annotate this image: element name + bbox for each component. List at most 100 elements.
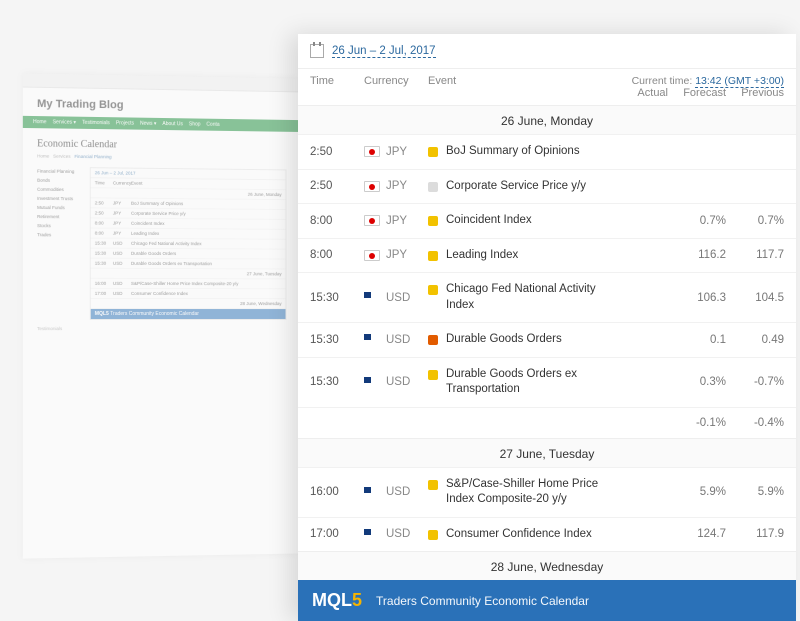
event-name: S&P/Case-Shiller Home Price Index Compos… bbox=[446, 477, 610, 508]
event-currency: JPY bbox=[364, 146, 428, 158]
flag-icon bbox=[364, 250, 380, 261]
event-row[interactable]: 2:50 JPY BoJ Summary of Opinions bbox=[298, 134, 796, 169]
event-time: 15:30 bbox=[310, 292, 364, 304]
flag-icon bbox=[364, 334, 380, 345]
previous-value: 0.7% bbox=[726, 215, 784, 227]
value-column-headers: Actual Forecast Previous bbox=[298, 87, 796, 105]
column-headers: Time Currency Event Current time: 13:42 … bbox=[298, 69, 796, 87]
event-name: Coincident Index bbox=[446, 213, 532, 229]
event-currency: USD bbox=[364, 334, 428, 346]
event-time: 2:50 bbox=[310, 180, 364, 192]
actual-value bbox=[610, 486, 668, 498]
day-header: 28 June, Wednesday bbox=[298, 551, 796, 580]
event-row[interactable]: 16:00 USD S&P/Case-Shiller Home Price In… bbox=[298, 467, 796, 517]
forecast-value: 116.2 bbox=[668, 249, 726, 261]
actual-value bbox=[610, 215, 668, 227]
col-actual: Actual bbox=[610, 87, 668, 99]
col-currency: Currency bbox=[364, 75, 428, 87]
event-name: Consumer Confidence Index bbox=[446, 527, 592, 543]
importance-icon bbox=[428, 335, 438, 345]
forecast-value: 0.3% bbox=[668, 376, 726, 388]
testimonials-label: Testimonials bbox=[23, 320, 300, 337]
actual-value bbox=[610, 528, 668, 540]
col-previous: Previous bbox=[726, 87, 784, 99]
event-time: 15:30 bbox=[310, 334, 364, 346]
event-rows: 26 June, Monday 2:50 JPY BoJ Summary of … bbox=[298, 105, 796, 580]
previous-value: 104.5 bbox=[726, 292, 784, 304]
forecast-value: 0.1 bbox=[668, 334, 726, 346]
flag-icon bbox=[364, 529, 380, 540]
event-currency: USD bbox=[364, 292, 428, 304]
event-name: Durable Goods Orders bbox=[446, 332, 562, 348]
actual-value bbox=[610, 376, 668, 388]
previous-value: 0.49 bbox=[726, 334, 784, 346]
flag-icon bbox=[364, 487, 380, 498]
importance-icon bbox=[428, 182, 438, 192]
col-time: Time bbox=[310, 75, 364, 87]
event-name: Durable Goods Orders ex Transportation bbox=[446, 367, 610, 398]
event-row: -0.1% -0.4% bbox=[298, 407, 796, 438]
event-row[interactable]: 2:50 JPY Corporate Service Price y/y bbox=[298, 169, 796, 204]
importance-icon bbox=[428, 216, 438, 226]
widget-footer[interactable]: MQL5 Traders Community Economic Calendar bbox=[298, 580, 796, 621]
event-row[interactable]: 15:30 USD Chicago Fed National Activity … bbox=[298, 272, 796, 322]
event-name: Chicago Fed National Activity Index bbox=[446, 282, 610, 313]
widget-tagline: Traders Community Economic Calendar bbox=[376, 594, 589, 608]
date-range-text: 26 Jun – 2 Jul, 2017 bbox=[332, 45, 436, 58]
actual-value bbox=[610, 334, 668, 346]
forecast-value: 5.9% bbox=[668, 486, 726, 498]
event-name: BoJ Summary of Opinions bbox=[446, 144, 580, 160]
col-event: Event bbox=[428, 75, 632, 87]
flag-icon bbox=[364, 181, 380, 192]
day-header: 26 June, Monday bbox=[298, 105, 796, 134]
event-row[interactable]: 17:00 USD Consumer Confidence Index 124.… bbox=[298, 517, 796, 552]
event-currency: JPY bbox=[364, 215, 428, 227]
previous-value: -0.7% bbox=[726, 376, 784, 388]
current-time: Current time: 13:42 (GMT +3:00) bbox=[632, 75, 784, 87]
event-row[interactable]: 15:30 USD Durable Goods Orders ex Transp… bbox=[298, 357, 796, 407]
event-currency: JPY bbox=[364, 249, 428, 261]
background-blog: My Trading Blog HomeServices ▾Testimonia… bbox=[23, 73, 300, 558]
event-time: 16:00 bbox=[310, 486, 364, 498]
event-currency: USD bbox=[364, 528, 428, 540]
previous-value: 117.7 bbox=[726, 249, 784, 261]
flag-icon bbox=[364, 292, 380, 303]
importance-icon bbox=[428, 147, 438, 157]
importance-icon bbox=[428, 530, 438, 540]
previous-value: 117.9 bbox=[726, 528, 784, 540]
event-name: Leading Index bbox=[446, 248, 518, 264]
forecast-value: 106.3 bbox=[668, 292, 726, 304]
event-time: 8:00 bbox=[310, 215, 364, 227]
mql5-logo: MQL5 bbox=[312, 590, 362, 611]
previous-value: 5.9% bbox=[726, 486, 784, 498]
event-currency: USD bbox=[364, 376, 428, 388]
forecast-value: 124.7 bbox=[668, 528, 726, 540]
actual-value bbox=[610, 249, 668, 261]
flag-icon bbox=[364, 377, 380, 388]
event-row[interactable]: 8:00 JPY Coincident Index 0.7% 0.7% bbox=[298, 203, 796, 238]
blog-title: My Trading Blog bbox=[23, 88, 300, 121]
blog-mini-calendar: 26 Jun – 2 Jul, 2017 TimeCurrencyEvent 2… bbox=[90, 167, 287, 320]
importance-icon bbox=[428, 251, 438, 261]
event-row[interactable]: 15:30 USD Durable Goods Orders 0.1 0.49 bbox=[298, 322, 796, 357]
event-currency: USD bbox=[364, 486, 428, 498]
event-time: 17:00 bbox=[310, 528, 364, 540]
economic-calendar-widget: 26 Jun – 2 Jul, 2017 Time Currency Event… bbox=[298, 34, 796, 621]
event-currency: JPY bbox=[364, 180, 428, 192]
day-header: 27 June, Tuesday bbox=[298, 438, 796, 467]
forecast-value: 0.7% bbox=[668, 215, 726, 227]
event-time: 15:30 bbox=[310, 376, 364, 388]
flag-icon bbox=[364, 146, 380, 157]
importance-icon bbox=[428, 285, 438, 295]
importance-icon bbox=[428, 370, 438, 380]
event-row[interactable]: 8:00 JPY Leading Index 116.2 117.7 bbox=[298, 238, 796, 273]
importance-icon bbox=[428, 480, 438, 490]
actual-value bbox=[610, 292, 668, 304]
calendar-icon bbox=[310, 44, 324, 58]
event-name: Corporate Service Price y/y bbox=[446, 179, 586, 195]
date-range-picker[interactable]: 26 Jun – 2 Jul, 2017 bbox=[298, 34, 796, 69]
event-time: 8:00 bbox=[310, 249, 364, 261]
col-forecast: Forecast bbox=[668, 87, 726, 99]
event-time: 2:50 bbox=[310, 146, 364, 158]
flag-icon bbox=[364, 215, 380, 226]
